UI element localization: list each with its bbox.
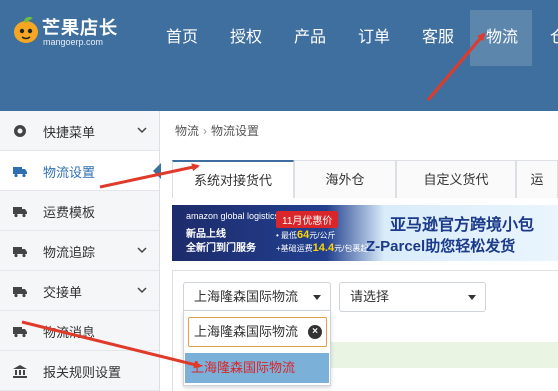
banner-headline: 亚马逊官方跨境小包 bbox=[390, 217, 535, 234]
truck-icon bbox=[13, 247, 27, 258]
breadcrumb-separator: › bbox=[203, 124, 208, 138]
nav-auth[interactable]: 授权 bbox=[230, 26, 262, 50]
nav-home[interactable]: 首页 bbox=[166, 26, 198, 50]
carrier-dropdown: 上海隆森国际物流 × 上海隆森国际物流 bbox=[183, 310, 331, 386]
truck-icon bbox=[13, 167, 27, 178]
top-header: 芒果店长 mangoerp.com 首页 授权 产品 订单 客服 物流 仓 bbox=[0, 0, 558, 111]
chevron-down-icon bbox=[137, 287, 147, 294]
nav-orders[interactable]: 订单 bbox=[358, 26, 390, 50]
chevron-down-icon bbox=[137, 247, 147, 254]
sidebar-item-label: 交接单 bbox=[43, 285, 83, 300]
breadcrumb-current: 物流设置 bbox=[211, 124, 260, 138]
brand-domain: mangoerp.com bbox=[43, 37, 104, 47]
tab-system-forwarder[interactable]: 系统对接货代 bbox=[172, 160, 294, 198]
sidebar-item-label: 物流消息 bbox=[43, 325, 96, 340]
mango-logo-icon bbox=[14, 16, 38, 43]
truck-icon bbox=[13, 327, 27, 338]
banner-price-line2: +基础运费14.4元/包裹起 bbox=[276, 242, 369, 254]
sidebar-item-shipping-template[interactable]: 运费模板 bbox=[0, 191, 159, 231]
sidebar-item-customs-rules[interactable]: 报关规则设置 bbox=[0, 351, 159, 391]
tab-overseas-warehouse[interactable]: 海外仓 bbox=[294, 160, 396, 198]
sidebar-item-logistics-messages[interactable]: 物流消息 bbox=[0, 311, 159, 351]
tab-custom-forwarder[interactable]: 自定义货代 bbox=[396, 160, 516, 198]
carrier-select-value: 上海隆森国际物流 bbox=[194, 289, 299, 304]
nav-warehouse[interactable]: 仓 bbox=[550, 26, 558, 50]
carrier-select[interactable]: 上海隆森国际物流 bbox=[183, 282, 331, 312]
banner-price-line1: • 最低64元/公斤 bbox=[276, 229, 336, 241]
sidebar-item-label: 快捷菜单 bbox=[43, 125, 96, 140]
caret-down-icon bbox=[468, 295, 476, 300]
sidebar: 快捷菜单 物流设置 运费模板 物流追踪 交接单 物流消息 报关规则设置 bbox=[0, 111, 161, 391]
sidebar-item-label: 物流追踪 bbox=[43, 245, 96, 260]
clear-icon[interactable]: × bbox=[308, 325, 322, 339]
bank-icon bbox=[13, 365, 27, 378]
chevron-down-icon bbox=[137, 127, 147, 134]
dropdown-search-value: 上海隆森国际物流 bbox=[194, 324, 299, 339]
secondary-select[interactable]: 请选择 bbox=[339, 282, 486, 312]
sidebar-item-label: 报关规则设置 bbox=[43, 365, 122, 380]
sidebar-item-logistics-settings[interactable]: 物流设置 bbox=[0, 151, 161, 191]
nav-service[interactable]: 客服 bbox=[422, 26, 454, 50]
banner-line1: 新品上线 bbox=[186, 229, 226, 240]
banner-subheadline: Z-Parcel助您轻松发货 bbox=[366, 238, 516, 255]
tab-more[interactable]: 运 bbox=[516, 160, 558, 198]
breadcrumb-root[interactable]: 物流 bbox=[175, 124, 199, 138]
logo[interactable]: 芒果店长 mangoerp.com bbox=[10, 10, 140, 50]
tab-bar: 系统对接货代 海外仓 自定义货代 运 bbox=[172, 160, 558, 198]
caret-down-icon bbox=[313, 295, 321, 300]
dropdown-search-input[interactable]: 上海隆森国际物流 × bbox=[188, 317, 327, 347]
sidebar-item-label: 物流设置 bbox=[43, 165, 96, 180]
truck-icon bbox=[13, 287, 27, 298]
banner-badge: 11月优惠价 bbox=[276, 211, 339, 228]
secondary-select-value: 请选择 bbox=[350, 289, 390, 304]
dropdown-option[interactable]: 上海隆森国际物流 bbox=[185, 353, 329, 383]
sidebar-item-handover[interactable]: 交接单 bbox=[0, 271, 159, 311]
nav-products[interactable]: 产品 bbox=[294, 26, 326, 50]
sidebar-item-tracking[interactable]: 物流追踪 bbox=[0, 231, 159, 271]
truck-icon bbox=[13, 207, 27, 218]
nav-logistics[interactable]: 物流 bbox=[486, 26, 518, 50]
banner-line2: 全新门到门服务 bbox=[186, 243, 256, 254]
banner-brand: amazon global logistics bbox=[186, 211, 280, 221]
breadcrumb: 物流 › 物流设置 bbox=[175, 122, 259, 139]
sidebar-item-shortcuts[interactable]: 快捷菜单 bbox=[0, 111, 159, 151]
gear-icon bbox=[14, 125, 26, 137]
promo-banner[interactable]: amazon global logistics 新品上线 全新门到门服务 11月… bbox=[172, 205, 558, 261]
sidebar-item-label: 运费模板 bbox=[43, 205, 96, 220]
